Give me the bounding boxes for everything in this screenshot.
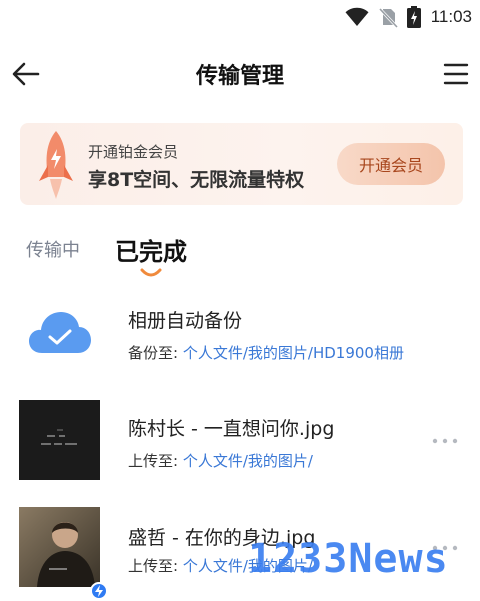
cloud-check-icon xyxy=(29,312,91,353)
wifi-icon xyxy=(345,7,369,26)
tab-active-indicator xyxy=(140,268,162,277)
item-path-label: 上传至: xyxy=(128,452,179,470)
list-item-auto-backup[interactable]: 相册自动备份 备份至: 个人文件/我的图片/HD1900相册 xyxy=(0,300,480,370)
rocket-icon xyxy=(39,131,73,199)
item-path: 备份至: 个人文件/我的图片/HD1900相册 xyxy=(128,342,404,363)
watermark: 1233News xyxy=(248,536,449,582)
open-membership-button[interactable]: 开通会员 xyxy=(337,143,445,185)
status-time: 11:03 xyxy=(430,7,472,26)
status-icons: 11:03 xyxy=(345,6,472,28)
battery-charging-icon xyxy=(406,6,421,28)
promo-banner[interactable]: 开通铂金会员 享8T空间、无限流量特权 开通会员 xyxy=(20,123,463,205)
tab-transferring[interactable]: 传输中 xyxy=(26,236,80,262)
page-title: 传输管理 xyxy=(195,64,284,89)
item-title: 陈村长 - 一直想问你.jpg xyxy=(128,418,335,440)
item-title: 相册自动备份 xyxy=(128,310,243,332)
item-path: 上传至: 个人文件/我的图片/ xyxy=(128,450,313,471)
item-path-link[interactable]: 个人文件/我的图片/HD1900相册 xyxy=(183,344,404,362)
more-options-icon[interactable] xyxy=(430,434,460,448)
no-sim-icon xyxy=(378,7,398,28)
file-thumbnail xyxy=(19,507,100,587)
tab-completed[interactable]: 已完成 xyxy=(115,232,187,267)
item-path-label: 上传至: xyxy=(128,557,179,575)
item-path-link[interactable]: 个人文件/我的图片/ xyxy=(183,452,313,470)
promo-subtitle: 开通铂金会员 xyxy=(88,143,179,161)
flash-badge-icon xyxy=(90,582,108,600)
header: 传输管理 xyxy=(0,50,480,98)
list-item-file[interactable]: 陈村长 - 一直想问你.jpg 上传至: 个人文件/我的图片/ xyxy=(0,400,480,482)
promo-headline: 享8T空间、无限流量特权 xyxy=(88,169,305,191)
file-thumbnail xyxy=(19,400,100,480)
menu-icon[interactable] xyxy=(442,60,470,88)
status-bar: 11:03 xyxy=(0,0,480,34)
item-path-label: 备份至: xyxy=(128,344,179,362)
tab-bar: 传输中 已完成 xyxy=(0,228,480,278)
